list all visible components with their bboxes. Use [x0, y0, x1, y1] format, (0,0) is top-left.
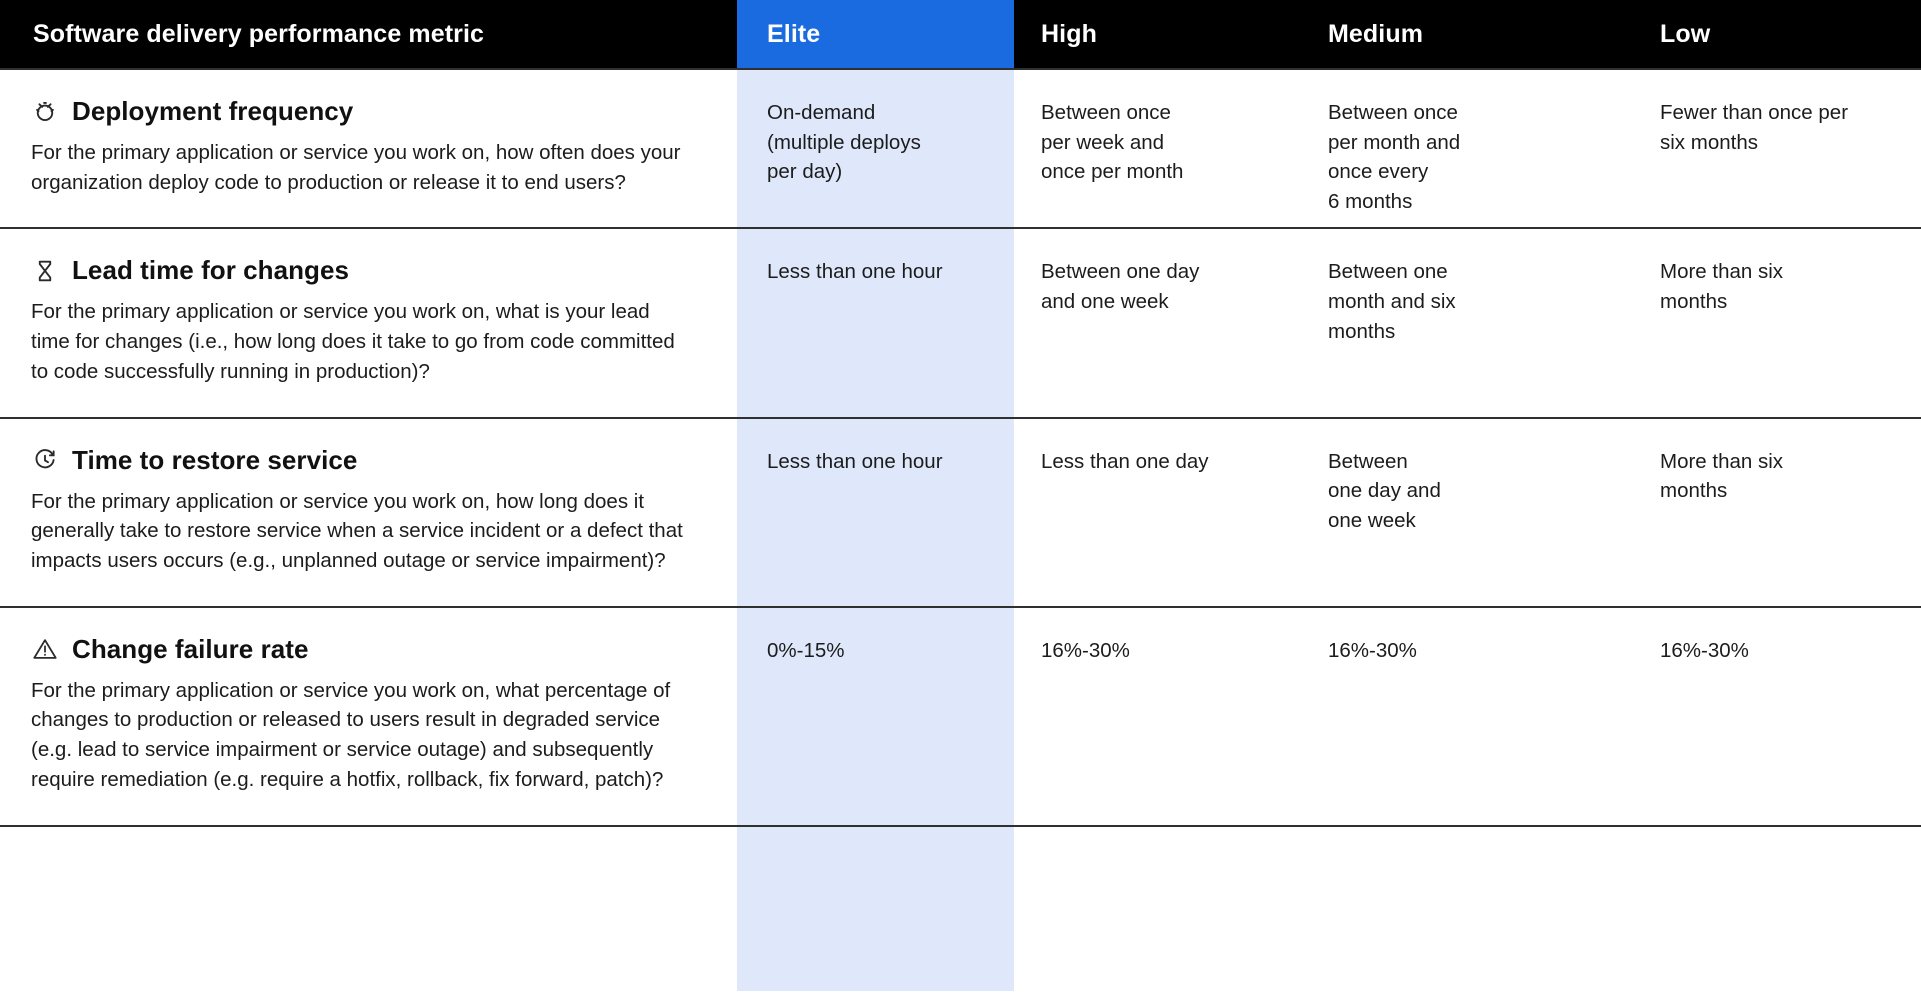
- table-row: Change failure rate For the primary appl…: [0, 605, 1921, 825]
- cell-line: once every: [1328, 160, 1429, 184]
- metric-title: Lead time for changes: [72, 255, 350, 286]
- metric-description: For the primary application or service y…: [31, 300, 675, 383]
- column-header-high: High: [1014, 0, 1298, 68]
- metric-cell: Change failure rate For the primary appl…: [0, 608, 737, 825]
- column-header-low: Low: [1632, 0, 1921, 68]
- cell-line: On-demand: [767, 101, 876, 124]
- cell-elite: Less than one hour: [737, 419, 1014, 606]
- metric-title-line: Change failure rate: [31, 634, 697, 665]
- column-header-elite: Elite: [737, 0, 1014, 68]
- column-header-elite-label: Elite: [767, 19, 821, 48]
- cell-line: months: [1660, 290, 1728, 314]
- cell-line: Less than one hour: [767, 260, 943, 284]
- table-bottom-rule: [0, 824, 1921, 828]
- cell-line: (multiple deploys: [767, 130, 921, 154]
- deployment-frequency-icon: [31, 98, 59, 126]
- cell-elite: 0%-15%: [737, 608, 1014, 825]
- cell-line: More than six: [1660, 260, 1784, 284]
- cell-line: Between once: [1041, 101, 1171, 124]
- cell-elite: On-demand (multiple deploys per day): [737, 70, 1014, 227]
- cell-line: Between once: [1328, 101, 1458, 124]
- metric-cell: Lead time for changes For the primary ap…: [0, 229, 737, 416]
- table-row: Time to restore service For the primary …: [0, 416, 1921, 606]
- cell-line: six months: [1660, 130, 1758, 154]
- cell-line: per month and: [1328, 130, 1461, 154]
- metric-title-line: Lead time for changes: [31, 255, 697, 286]
- cell-line: one day and: [1328, 479, 1441, 503]
- cell-line: per week and: [1041, 130, 1165, 154]
- cell-line: 6 months: [1328, 190, 1413, 214]
- cell-line: More than six: [1660, 449, 1784, 473]
- cell-line: Fewer than once per: [1660, 101, 1849, 124]
- metric-cell: Time to restore service For the primary …: [0, 419, 737, 606]
- lead-time-hourglass-icon: [31, 257, 59, 285]
- cell-line: per day): [767, 160, 843, 184]
- table-row: Deployment frequency For the primary app…: [0, 68, 1921, 227]
- cell-line: 16%-30%: [1328, 638, 1417, 662]
- cell-line: 16%-30%: [1041, 638, 1130, 662]
- cell-high: 16%-30%: [1014, 608, 1298, 825]
- column-header-high-label: High: [1041, 19, 1097, 48]
- cell-medium: 16%-30%: [1298, 608, 1632, 825]
- cell-line: months: [1328, 319, 1396, 343]
- cell-line: month and six: [1328, 290, 1456, 314]
- cell-line: Between one: [1328, 260, 1448, 284]
- cell-line: 16%-30%: [1660, 638, 1749, 662]
- table-header-row: Software delivery performance metric Eli…: [0, 0, 1921, 68]
- column-header-metric: Software delivery performance metric: [0, 0, 737, 68]
- cell-low: More than six months: [1632, 229, 1921, 416]
- metric-description: For the primary application or service y…: [31, 678, 671, 791]
- metric-title-line: Time to restore service: [31, 445, 697, 476]
- metric-description: For the primary application or service y…: [31, 141, 681, 194]
- table-grid: Software delivery performance metric Eli…: [0, 0, 1921, 828]
- cell-line: Between one day: [1041, 260, 1200, 284]
- column-header-low-label: Low: [1660, 19, 1711, 48]
- cell-medium: Between once per month and once every 6 …: [1298, 70, 1632, 227]
- cell-line: once per month: [1041, 160, 1184, 184]
- cell-line: Between: [1328, 449, 1408, 473]
- table-row: Lead time for changes For the primary ap…: [0, 227, 1921, 416]
- cell-line: and one week: [1041, 290, 1169, 314]
- column-header-medium: Medium: [1298, 0, 1632, 68]
- dora-metrics-table: Software delivery performance metric Eli…: [0, 0, 1921, 994]
- cell-high: Between one day and one week: [1014, 229, 1298, 416]
- metric-title: Time to restore service: [72, 444, 358, 475]
- cell-low: Fewer than once per six months: [1632, 70, 1921, 227]
- metric-title: Change failure rate: [72, 633, 309, 664]
- cell-line: months: [1660, 479, 1728, 503]
- time-to-restore-icon: [31, 446, 59, 474]
- cell-line: Less than one hour: [767, 449, 943, 473]
- cell-line: Less than one day: [1041, 449, 1209, 473]
- metric-cell: Deployment frequency For the primary app…: [0, 70, 737, 227]
- cell-low: More than six months: [1632, 419, 1921, 606]
- change-failure-warning-icon: [31, 635, 59, 663]
- cell-low: 16%-30%: [1632, 608, 1921, 825]
- cell-high: Between once per week and once per month: [1014, 70, 1298, 227]
- cell-elite: Less than one hour: [737, 229, 1014, 416]
- column-header-metric-label: Software delivery performance metric: [33, 19, 484, 48]
- column-header-medium-label: Medium: [1328, 19, 1424, 48]
- cell-medium: Between one day and one week: [1298, 419, 1632, 606]
- cell-high: Less than one day: [1014, 419, 1298, 606]
- metric-description: For the primary application or service y…: [31, 489, 683, 573]
- metric-title-line: Deployment frequency: [31, 96, 697, 127]
- cell-line: 0%-15%: [767, 638, 845, 662]
- cell-line: one week: [1328, 509, 1416, 533]
- metric-title: Deployment frequency: [72, 96, 354, 126]
- cell-medium: Between one month and six months: [1298, 229, 1632, 416]
